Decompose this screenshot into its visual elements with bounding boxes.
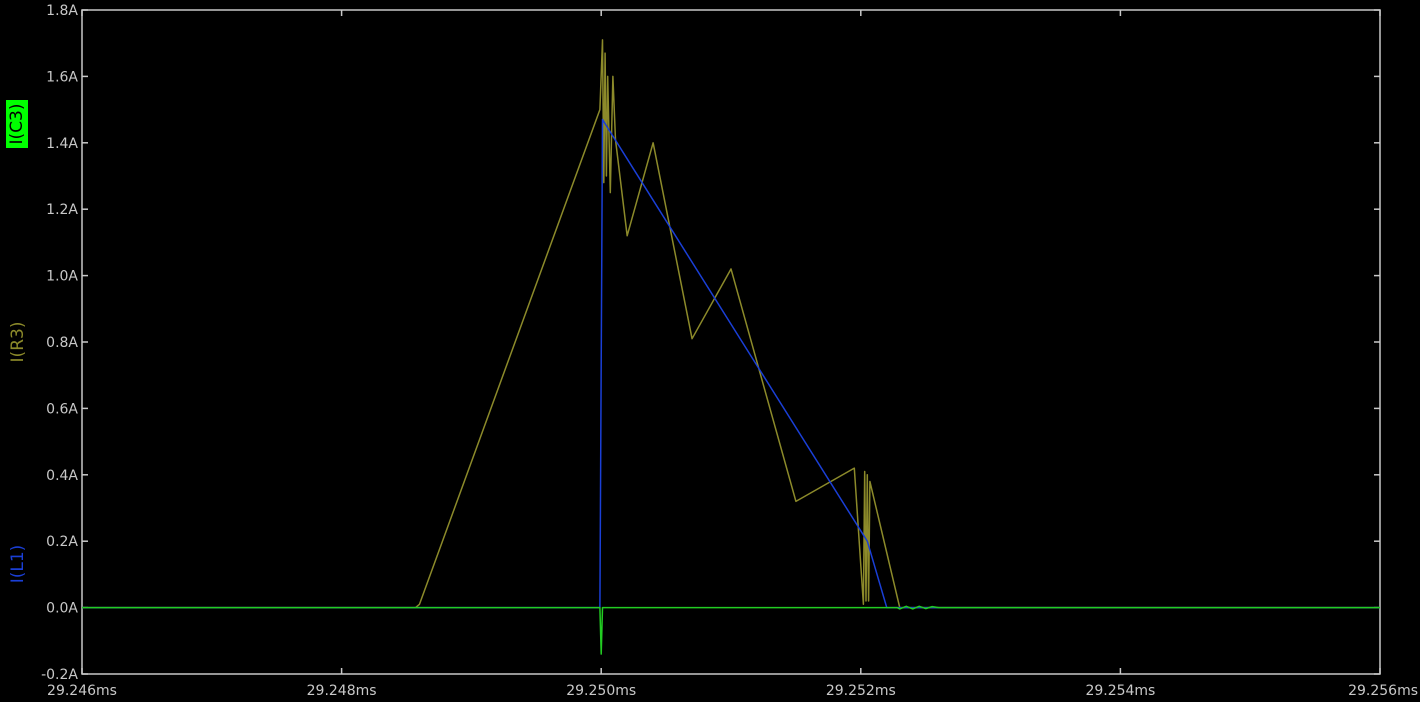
y-tick-label: 1.6A bbox=[46, 69, 78, 85]
series-line-ic3 bbox=[82, 605, 1380, 655]
x-tick-label: 29.256ms bbox=[1348, 683, 1418, 699]
series-label-r3-group: I(R3) bbox=[8, 322, 28, 363]
series-label-l1: I(L1) bbox=[8, 545, 28, 584]
series-label-r3: I(R3) bbox=[8, 322, 28, 363]
y-tick-label: 0.4A bbox=[46, 468, 78, 484]
x-tick-label: 29.246ms bbox=[47, 683, 117, 699]
x-tick-label: 29.248ms bbox=[307, 683, 377, 699]
y-tick-label: 1.2A bbox=[46, 202, 78, 218]
y-tick-label: 1.0A bbox=[46, 269, 78, 285]
x-tick-label: 29.252ms bbox=[826, 683, 896, 699]
x-axis-ticks: 29.246ms 29.248ms 29.250ms 29.252ms 29.254ms… bbox=[47, 10, 1418, 699]
x-tick-label: 29.254ms bbox=[1085, 683, 1155, 699]
series-lines bbox=[82, 39, 1380, 655]
y-tick-label: 1.8A bbox=[46, 3, 78, 19]
y-tick-label: 0.2A bbox=[46, 534, 78, 550]
y-axis-ticks: -0.2A 0.0A 0.2A 0.4A 0.6A 0.8A 1.0A 1.2A 1.4A 1.6… bbox=[41, 3, 1380, 683]
y-tick-label: -0.2A bbox=[41, 667, 78, 683]
y-tick-label: 0.6A bbox=[46, 401, 78, 417]
chart: -0.2A 0.0A 0.2A 0.4A 0.6A 0.8A 1.0A 1.2A 1.4A 1.6… bbox=[6, 3, 1418, 699]
series-label-c3: I(C3) bbox=[7, 104, 27, 145]
x-tick-label: 29.250ms bbox=[566, 683, 636, 699]
series-label-c3-group: I(C3) bbox=[6, 100, 28, 148]
series-line-il1 bbox=[82, 118, 1380, 609]
y-tick-label: 0.8A bbox=[46, 335, 78, 351]
series-label-l1-group: I(L1) bbox=[8, 545, 28, 584]
plot-frame bbox=[81, 9, 1381, 675]
y-tick-label: 0.0A bbox=[46, 601, 78, 617]
y-tick-label: 1.4A bbox=[46, 136, 78, 152]
